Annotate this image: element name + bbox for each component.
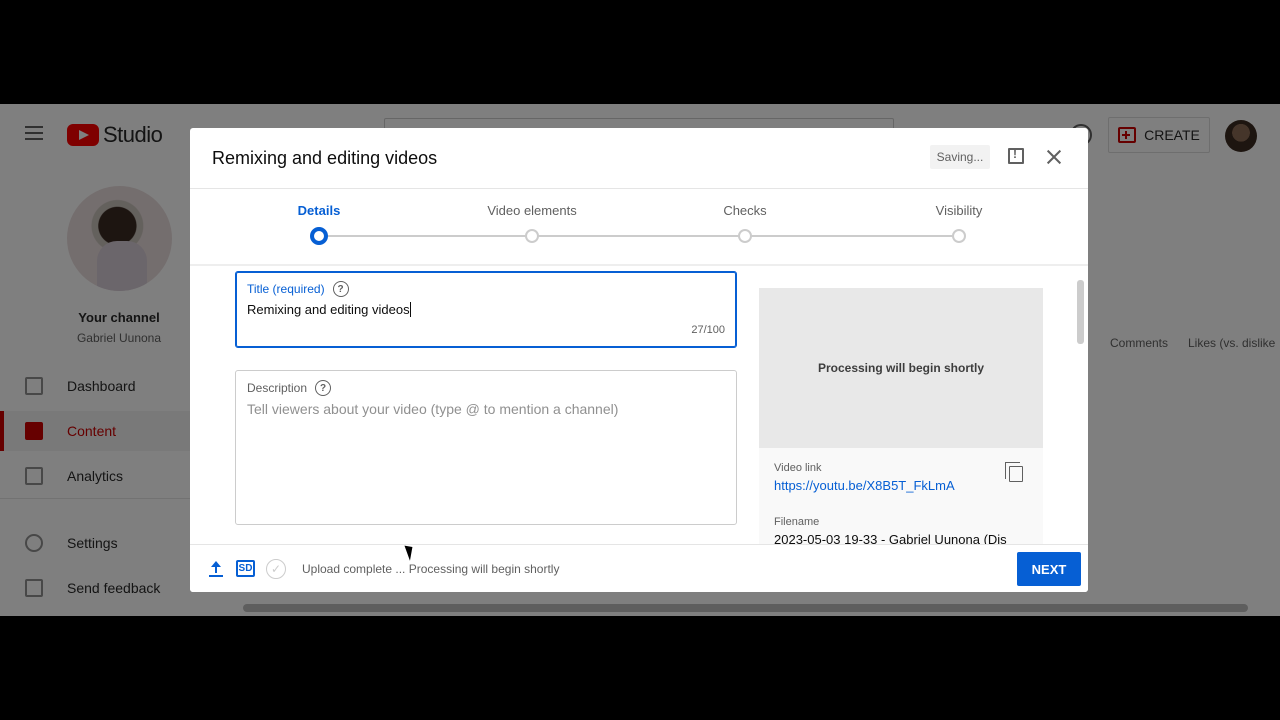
step-video-elements[interactable]: Video elements [472, 189, 592, 243]
description-field[interactable]: Description ? Tell viewers about your vi… [235, 370, 737, 525]
dialog-footer: SD ✓ Upload complete ... Processing will… [190, 544, 1088, 592]
description-label-text: Description [247, 381, 308, 395]
processing-text: Processing will begin shortly [817, 361, 985, 375]
upload-dialog: Remixing and editing videos Saving... De… [190, 128, 1088, 592]
title-field-label: Title (required) ? [247, 281, 349, 297]
description-field-label: Description ? [247, 380, 332, 396]
upload-icon [209, 561, 223, 577]
step-checks[interactable]: Checks [685, 189, 805, 243]
step-dot [952, 229, 966, 243]
stepper-line [318, 235, 958, 237]
upload-status: Upload complete ... Processing will begi… [302, 562, 560, 576]
description-input[interactable]: Tell viewers about your video (type @ to… [247, 401, 618, 417]
copy-icon[interactable] [1005, 462, 1023, 482]
step-label: Video elements [487, 203, 577, 218]
report-issue-icon[interactable] [1008, 147, 1024, 164]
step-dot [310, 227, 328, 245]
video-preview: Processing will begin shortly [759, 288, 1043, 448]
step-dot [525, 229, 539, 243]
stepper-divider [190, 264, 1088, 266]
video-link[interactable]: https://youtu.be/X8B5T_FkLmA [774, 478, 955, 493]
close-icon[interactable] [1045, 148, 1063, 166]
saving-badge: Saving... [930, 145, 990, 169]
title-input[interactable]: Remixing and editing videos [247, 302, 411, 317]
step-visibility[interactable]: Visibility [899, 189, 1019, 243]
video-info-panel: Video link https://youtu.be/X8B5T_FkLmA … [759, 448, 1043, 548]
title-field[interactable]: Title (required) ? Remixing and editing … [235, 271, 737, 348]
dialog-title: Remixing and editing videos [212, 148, 438, 168]
filename-label: Filename [774, 516, 820, 528]
check-icon: ✓ [266, 559, 286, 579]
help-icon[interactable]: ? [332, 281, 349, 297]
next-button[interactable]: NEXT [1017, 552, 1081, 586]
video-link-label: Video link [774, 462, 822, 474]
step-dot [738, 229, 752, 243]
sd-badge: SD [236, 560, 255, 577]
step-label: Checks [723, 203, 767, 218]
help-icon[interactable]: ? [315, 380, 332, 396]
step-label: Details [297, 203, 341, 218]
title-char-count: 27/100 [691, 324, 725, 336]
step-label: Visibility [935, 203, 983, 218]
step-details[interactable]: Details [259, 189, 379, 245]
stepper: Details Video elements Checks Visibility [190, 189, 1088, 265]
studio-screen: Studio CREATE Your channel Gabriel Uunon… [0, 104, 1280, 616]
dialog-scrollbar[interactable] [1077, 280, 1084, 344]
title-label-text: Title (required) [247, 282, 325, 296]
